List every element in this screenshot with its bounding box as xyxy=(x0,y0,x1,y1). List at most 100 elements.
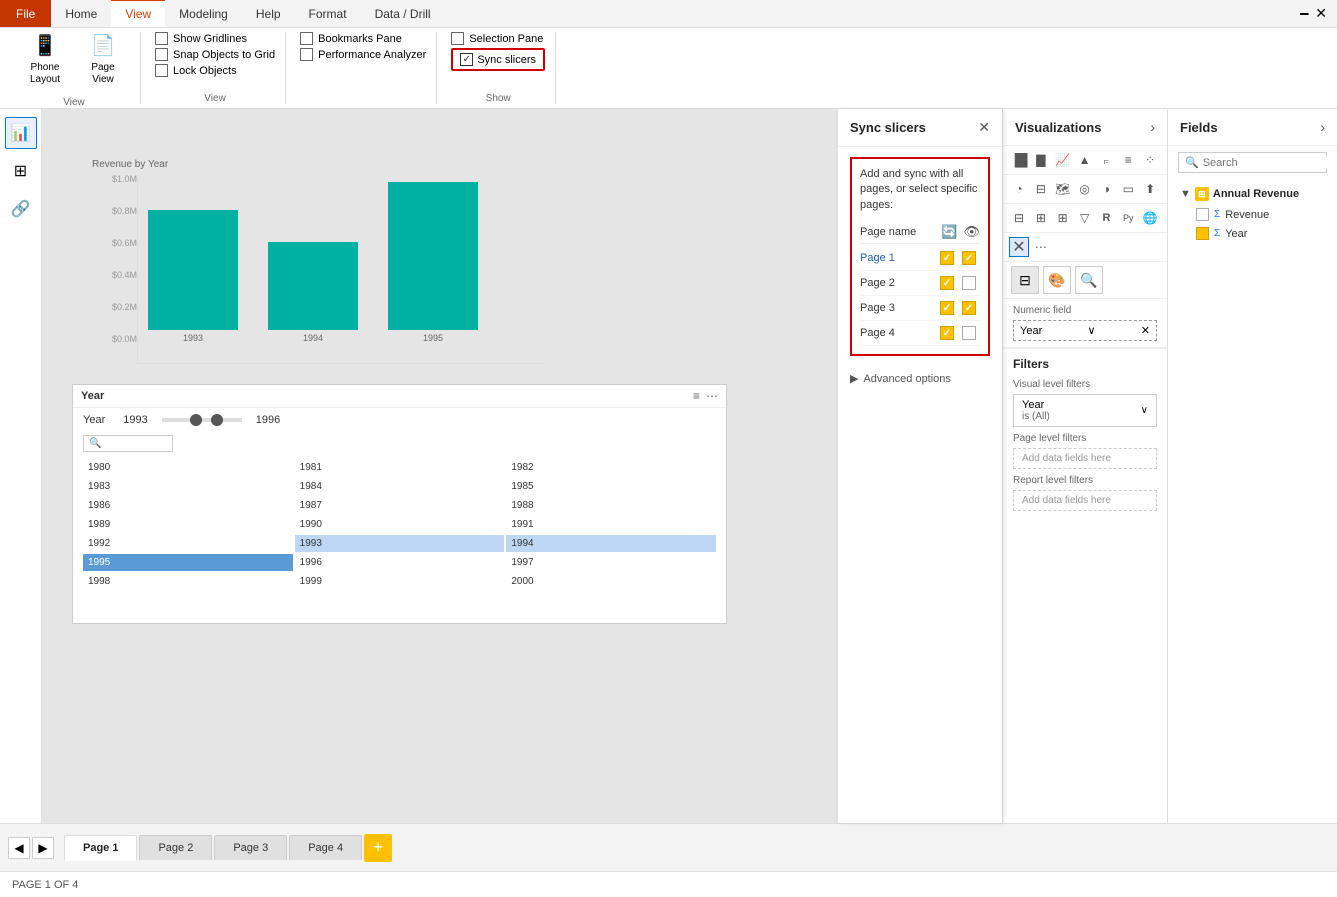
year-1983[interactable]: 1983 xyxy=(83,478,293,495)
tab-view[interactable]: View xyxy=(111,0,165,27)
year-1982[interactable]: 1982 xyxy=(506,459,716,476)
sync-panel-close-icon[interactable]: ✕ xyxy=(978,119,990,136)
tab-home[interactable]: Home xyxy=(51,0,111,27)
year-checkbox[interactable] xyxy=(1196,227,1209,240)
year-1988[interactable]: 1988 xyxy=(506,497,716,514)
year-1999[interactable]: 1999 xyxy=(295,573,505,590)
sync-page2-vis-cb[interactable] xyxy=(961,275,977,291)
year-1980[interactable]: 1980 xyxy=(83,459,293,476)
page-tab-1[interactable]: Page 1 xyxy=(64,835,137,861)
show-gridlines-checkbox[interactable]: Show Gridlines xyxy=(155,32,275,45)
viz-format-tab-icon[interactable]: 🎨 xyxy=(1043,266,1071,294)
slicer-thumb-left[interactable] xyxy=(190,414,202,426)
sync-page3-sync-cb[interactable]: ✓ xyxy=(939,300,955,316)
window-close-icon[interactable]: ✕ xyxy=(1315,5,1327,22)
viz-fields-tab-icon[interactable]: ⊟ xyxy=(1011,266,1039,294)
viz-ribbon-icon[interactable]: ⟔ xyxy=(1096,150,1116,170)
tab-modeling[interactable]: Modeling xyxy=(165,0,242,27)
viz-python-icon[interactable]: Py xyxy=(1118,208,1138,228)
year-1993[interactable]: 1993 xyxy=(295,535,505,552)
tab-file[interactable]: File xyxy=(0,0,51,27)
viz-table-icon[interactable]: ⊞ xyxy=(1031,208,1051,228)
selection-pane-checkbox[interactable]: Selection Pane xyxy=(451,32,545,45)
year-1985[interactable]: 1985 xyxy=(506,478,716,495)
report-level-add[interactable]: Add data fields here xyxy=(1013,490,1157,511)
viz-selected-icon[interactable]: ✕ xyxy=(1009,237,1029,257)
page-tab-3[interactable]: Page 3 xyxy=(214,835,287,860)
year-1989[interactable]: 1989 xyxy=(83,516,293,533)
tab-format[interactable]: Format xyxy=(295,0,361,27)
window-minimize-icon[interactable]: 🗕 xyxy=(1299,2,1309,26)
numeric-field-chevron-icon[interactable]: ∨ xyxy=(1087,324,1095,337)
lock-objects-checkbox[interactable]: Lock Objects xyxy=(155,64,275,77)
add-page-button[interactable]: + xyxy=(364,834,392,862)
page-tab-2[interactable]: Page 2 xyxy=(139,835,212,860)
viz-analytics-tab-icon[interactable]: 🔍 xyxy=(1075,266,1103,294)
viz-globe-icon[interactable]: 🌐 xyxy=(1140,208,1160,228)
year-1990[interactable]: 1990 xyxy=(295,516,505,533)
snap-objects-checkbox[interactable]: Snap Objects to Grid xyxy=(155,48,275,61)
slicer-thumb-right[interactable] xyxy=(211,414,223,426)
fields-item-year[interactable]: Σ Year xyxy=(1178,224,1327,243)
year-1981[interactable]: 1981 xyxy=(295,459,505,476)
bookmarks-pane-checkbox[interactable]: Bookmarks Pane xyxy=(300,32,426,45)
tab-data-drill[interactable]: Data / Drill xyxy=(361,0,445,27)
fields-search-box[interactable]: 🔍 xyxy=(1178,152,1327,173)
viz-bar-icon[interactable]: ▐█ xyxy=(1009,150,1029,170)
numeric-field-clear-icon[interactable]: ✕ xyxy=(1141,324,1150,337)
year-1991[interactable]: 1991 xyxy=(506,516,716,533)
page-level-add[interactable]: Add data fields here xyxy=(1013,448,1157,469)
viz-more-icon[interactable]: ⋯ xyxy=(1031,237,1051,257)
year-1994[interactable]: 1994 xyxy=(506,535,716,552)
viz-treemap-icon[interactable]: ⊟ xyxy=(1031,179,1051,199)
year-1984[interactable]: 1984 xyxy=(295,478,505,495)
viz-column-icon[interactable]: ▇ xyxy=(1031,150,1051,170)
report-view-icon[interactable]: 📊 xyxy=(5,117,37,149)
slicer-more-icon[interactable]: ⋯ xyxy=(706,389,718,403)
viz-panel-expand-icon[interactable]: › xyxy=(1150,119,1155,135)
viz-area-icon[interactable]: ▲ xyxy=(1075,150,1095,170)
phone-layout-button[interactable]: 📱 Phone Layout xyxy=(18,28,72,90)
viz-funnel-icon[interactable]: ▽ xyxy=(1075,208,1095,228)
year-1986[interactable]: 1986 xyxy=(83,497,293,514)
year-filter-field[interactable]: Year is (All) ∨ xyxy=(1013,394,1157,427)
year-2000[interactable]: 2000 xyxy=(506,573,716,590)
viz-r-icon[interactable]: R xyxy=(1096,208,1116,228)
viz-slicer-icon[interactable]: ⊟ xyxy=(1009,208,1029,228)
fields-panel-expand-icon[interactable]: › xyxy=(1320,119,1325,135)
sync-page1-sync-cb[interactable]: ✓ xyxy=(939,250,955,266)
sync-page3-vis-cb[interactable]: ✓ xyxy=(961,300,977,316)
performance-analyzer-checkbox[interactable]: Performance Analyzer xyxy=(300,48,426,61)
tab-help[interactable]: Help xyxy=(242,0,295,27)
page-prev-button[interactable]: ◀ xyxy=(8,837,30,859)
viz-gauge-icon[interactable]: ◑ xyxy=(1096,179,1116,199)
viz-map-icon[interactable]: 🗺 xyxy=(1053,179,1073,199)
slicer-search-box[interactable]: 🔍 xyxy=(83,435,173,452)
sync-slicers-button[interactable]: Sync slicers xyxy=(451,48,545,71)
sync-page2-sync-cb[interactable]: ✓ xyxy=(939,275,955,291)
viz-card-icon[interactable]: ▭ xyxy=(1118,179,1138,199)
year-1998[interactable]: 1998 xyxy=(83,573,293,590)
advanced-options-toggle[interactable]: ▶ Advanced options xyxy=(850,364,990,393)
viz-matrix-icon[interactable]: ⊞ xyxy=(1053,208,1073,228)
fields-search-input[interactable] xyxy=(1203,157,1337,169)
page-view-button[interactable]: 📄 Page View xyxy=(76,28,130,90)
fields-item-revenue[interactable]: Σ Revenue xyxy=(1178,205,1327,224)
sync-page1-vis-cb[interactable]: ✓ xyxy=(961,250,977,266)
page-tab-4[interactable]: Page 4 xyxy=(289,835,362,860)
year-1987[interactable]: 1987 xyxy=(295,497,505,514)
revenue-checkbox[interactable] xyxy=(1196,208,1209,221)
year-1992[interactable]: 1992 xyxy=(83,535,293,552)
year-1995[interactable]: 1995 xyxy=(83,554,293,571)
filter-chevron-icon[interactable]: ∨ xyxy=(1141,405,1148,416)
viz-scatter-icon[interactable]: ⁘ xyxy=(1140,150,1160,170)
viz-donut-icon[interactable]: ◎ xyxy=(1075,179,1095,199)
page-next-button[interactable]: ▶ xyxy=(32,837,54,859)
sync-page4-vis-cb[interactable] xyxy=(961,325,977,341)
viz-line-icon[interactable]: 📈 xyxy=(1053,150,1073,170)
fields-table-annual-revenue[interactable]: ▼ ⊞ Annual Revenue xyxy=(1178,183,1327,205)
viz-waterfall-icon[interactable]: ≡ xyxy=(1118,150,1138,170)
slicer-track[interactable] xyxy=(162,418,242,422)
model-view-icon[interactable]: 🔗 xyxy=(5,193,37,225)
data-view-icon[interactable]: ⊞ xyxy=(5,155,37,187)
